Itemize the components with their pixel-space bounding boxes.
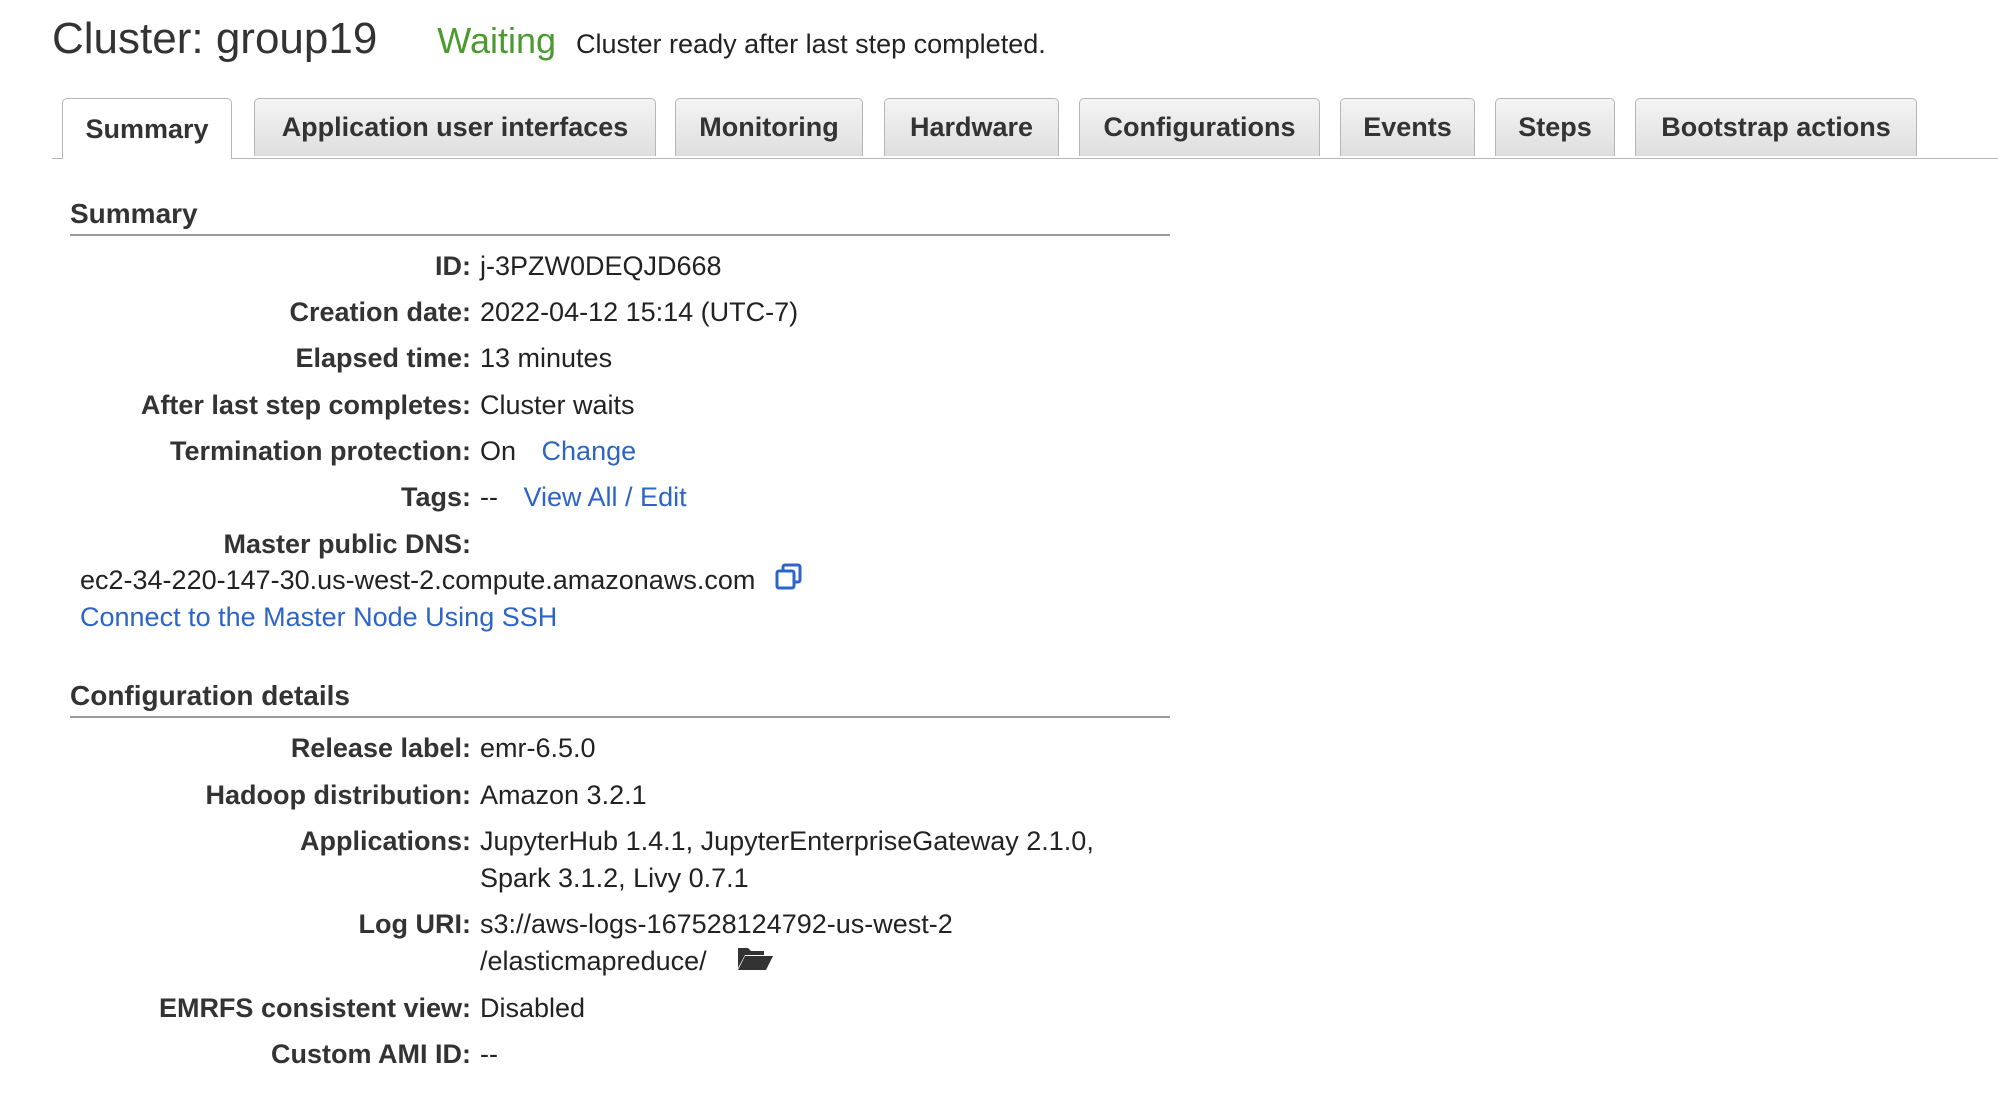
after-last-step-value: Cluster waits xyxy=(480,390,635,420)
elapsed-time-label: Elapsed time: xyxy=(295,343,471,373)
configuration-details-section-title: Configuration details xyxy=(70,680,1170,718)
applications-label: Applications: xyxy=(299,826,471,856)
elapsed-time-value: 13 minutes xyxy=(480,343,613,373)
emrfs-consistent-view-value: Disabled xyxy=(480,993,586,1023)
termination-protection-label: Termination protection: xyxy=(170,436,471,466)
custom-ami-id-value: -- xyxy=(480,1039,498,1069)
release-label-label: Release label: xyxy=(290,733,471,763)
id-value: j-3PZW0DEQJD668 xyxy=(480,251,722,281)
termination-protection-value: On xyxy=(480,436,517,466)
view-all-edit-tags-link[interactable]: View All / Edit xyxy=(524,482,687,512)
emrfs-consistent-view-label: EMRFS consistent view: xyxy=(158,993,471,1023)
tab-summary[interactable]: Summary xyxy=(62,98,232,159)
master-public-dns-row: ec2-34-220-147-30.us-west-2.compute.amaz… xyxy=(80,562,803,600)
folder-open-icon[interactable] xyxy=(736,944,774,981)
status-description: Cluster ready after last step completed. xyxy=(576,29,1046,59)
applications-value-line2: Spark 3.1.2, Livy 0.7.1 xyxy=(480,863,749,893)
log-uri-value-line2: /elasticmapreduce/ xyxy=(480,946,707,976)
log-uri-row-line2: /elasticmapreduce/ xyxy=(480,943,774,981)
copy-icon[interactable] xyxy=(775,563,803,600)
page-title: Cluster: group19 xyxy=(52,14,378,63)
master-public-dns-value: ec2-34-220-147-30.us-west-2.compute.amaz… xyxy=(80,565,756,595)
tags-value: -- xyxy=(480,482,498,512)
tags-row: -- View All / Edit xyxy=(480,479,687,515)
termination-protection-row: On Change xyxy=(480,433,636,469)
tab-events[interactable]: Events xyxy=(1340,98,1475,156)
log-uri-value-line1: s3://aws-logs-167528124792-us-west-2 xyxy=(480,909,953,939)
hadoop-distribution-label: Hadoop distribution: xyxy=(205,780,471,810)
connect-ssh-link[interactable]: Connect to the Master Node Using SSH xyxy=(80,599,557,635)
tab-steps[interactable]: Steps xyxy=(1495,98,1615,156)
cluster-header: Cluster: group19 Waiting Cluster ready a… xyxy=(52,14,1046,74)
custom-ami-id-label: Custom AMI ID: xyxy=(271,1039,471,1069)
creation-date-value: 2022-04-12 15:14 (UTC-7) xyxy=(480,297,799,327)
change-termination-link[interactable]: Change xyxy=(542,436,637,466)
status-badge: Waiting xyxy=(437,20,557,61)
tab-monitoring[interactable]: Monitoring xyxy=(675,98,863,156)
tags-label: Tags: xyxy=(400,482,471,512)
applications-value-line1: JupyterHub 1.4.1, JupyterEnterpriseGatew… xyxy=(480,826,1094,856)
summary-section-title: Summary xyxy=(70,198,1170,236)
master-public-dns-label: Master public DNS: xyxy=(223,529,471,559)
tab-bootstrap-actions[interactable]: Bootstrap actions xyxy=(1635,98,1917,156)
release-label-value: emr-6.5.0 xyxy=(480,733,596,763)
tab-configurations[interactable]: Configurations xyxy=(1079,98,1320,156)
log-uri-label: Log URI: xyxy=(358,909,471,939)
cluster-detail-page: Cluster: group19 Waiting Cluster ready a… xyxy=(0,0,1998,1106)
tab-hardware[interactable]: Hardware xyxy=(884,98,1059,156)
tab-bar: Summary Application user interfaces Moni… xyxy=(52,98,1998,159)
creation-date-label: Creation date: xyxy=(289,297,471,327)
tab-application-user-interfaces[interactable]: Application user interfaces xyxy=(254,98,656,156)
id-label: ID: xyxy=(435,251,471,281)
after-last-step-label: After last step completes: xyxy=(140,390,471,420)
hadoop-distribution-value: Amazon 3.2.1 xyxy=(480,780,647,810)
